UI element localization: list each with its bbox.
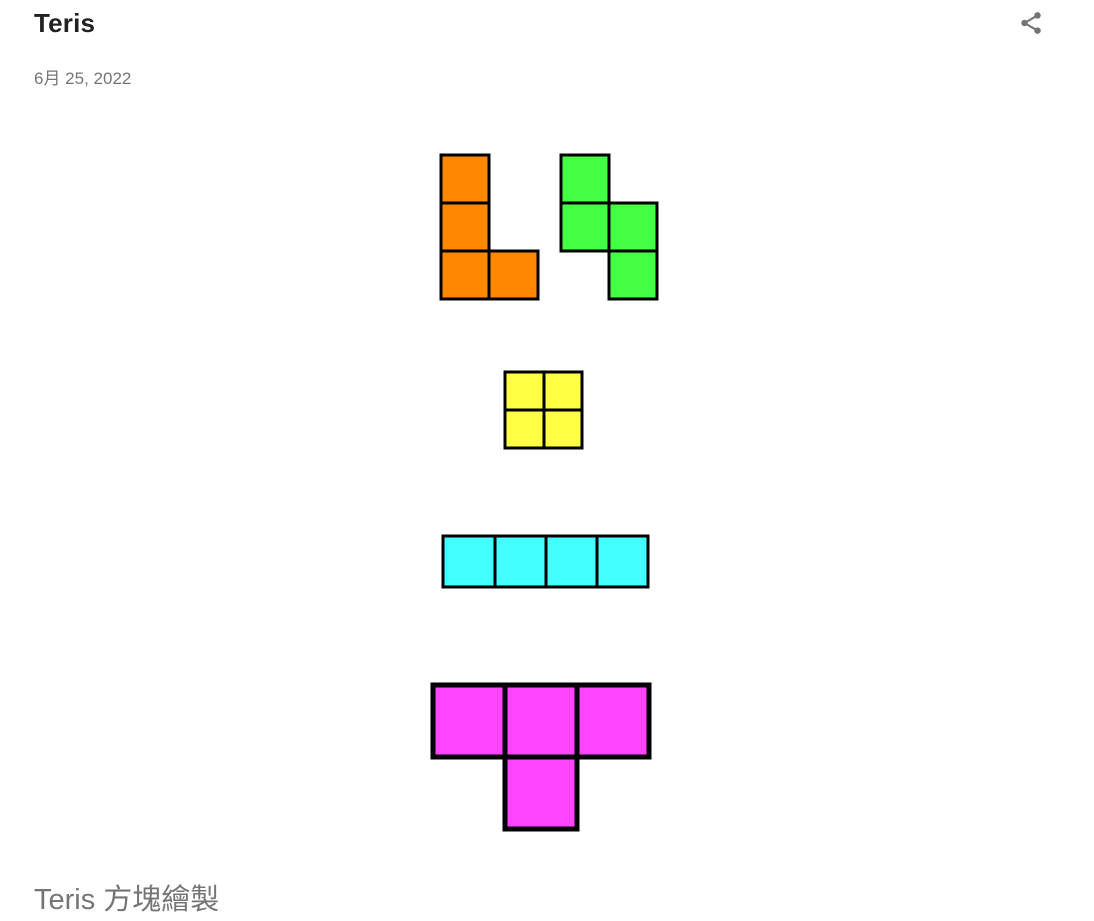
t-piece-cell [502,754,580,832]
t-piece-cell [430,682,508,760]
tetromino-figure [430,153,659,832]
t-piece-cell [574,682,652,760]
s-piece-cell [559,201,611,253]
s-piece-cell [607,201,659,253]
share-button[interactable] [1014,6,1048,40]
post-caption: Teris 方塊繪製 [34,884,220,916]
t-piece [430,682,652,832]
s-piece-cell [559,153,611,205]
post-date: 6月 25, 2022 [34,69,132,88]
s-piece-cell [607,249,659,301]
l-piece-cell [439,201,491,253]
o-piece-cell [542,408,584,450]
l-piece-cell [439,249,491,301]
i-piece [441,534,650,589]
share-icon [1021,12,1041,34]
o-piece [503,370,584,450]
i-piece-cell [544,534,599,589]
s-piece [559,153,659,301]
o-piece-cell [503,408,546,450]
t-piece-cell [502,682,580,760]
l-piece-cell [487,249,540,301]
post-title: Teris [34,8,96,38]
l-piece [439,153,540,301]
o-piece-cell [542,370,584,412]
i-piece-cell [493,534,548,589]
i-piece-cell [441,534,497,589]
i-piece-cell [595,534,650,589]
o-piece-cell [503,370,546,412]
l-piece-cell [439,153,491,205]
